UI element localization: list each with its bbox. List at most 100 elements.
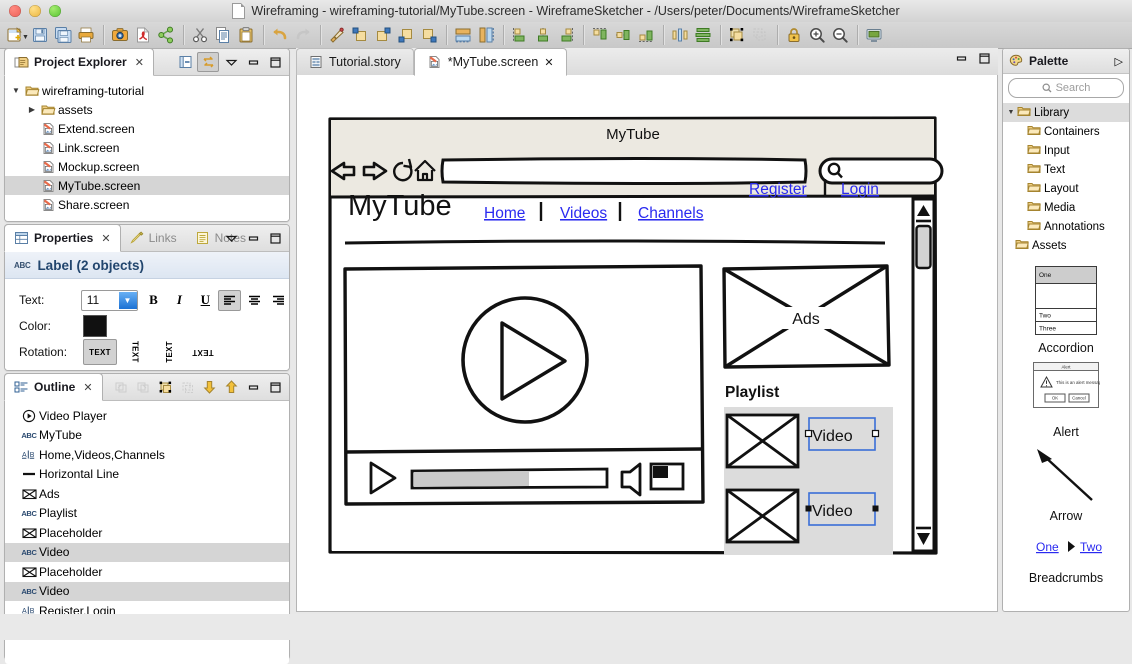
bring-forward-icon[interactable] [372,24,395,46]
collapse-all-icon[interactable] [175,53,195,71]
distribute-horizontal-icon[interactable] [669,24,692,46]
site-nav-links[interactable]: Home Videos Channels [484,202,704,222]
exit-group-icon[interactable] [133,378,153,396]
rotation-180-button[interactable]: TEXT [187,340,219,364]
group-icon[interactable] [155,378,175,396]
palette-node-annotations[interactable]: Annotations [1003,217,1129,236]
view-menu-icon[interactable] [221,229,241,247]
match-height-icon[interactable] [475,24,498,46]
group-icon[interactable] [726,24,749,46]
progress-bar[interactable] [410,467,609,490]
export-pdf-icon[interactable] [132,24,155,46]
wireframe-drawing[interactable]: MyTube MyTube Home Videos Channels Regis… [297,75,997,610]
cut-icon[interactable] [189,24,212,46]
align-middle-icon[interactable] [612,24,635,46]
paste-icon[interactable] [235,24,258,46]
redo-icon[interactable] [292,24,315,46]
editor-tab-tutorial-story[interactable]: Tutorial.story [296,48,414,75]
tree-row-assets[interactable]: ▶ assets [5,100,289,119]
maximize-icon[interactable] [265,229,285,247]
minimize-icon[interactable] [243,229,263,247]
rotation-270-button[interactable]: TEXT [153,340,185,364]
palette-node-layout[interactable]: Layout [1003,179,1129,198]
copy-icon[interactable] [212,24,235,46]
align-bottom-icon[interactable] [635,24,658,46]
outline-item-video-1[interactable]: ABC Video [5,542,289,562]
enter-group-icon[interactable] [111,378,131,396]
palette-node-media[interactable]: Media [1003,198,1129,217]
lock-icon[interactable] [783,24,806,46]
tree-row-mytube[interactable]: MyTube.screen [5,176,289,195]
save-icon[interactable] [29,24,52,46]
tree-row-link[interactable]: Link.screen [5,138,289,157]
twisty-right-icon[interactable]: ▶ [25,105,39,114]
page-scrollbar[interactable] [911,197,936,553]
link-with-editor-icon[interactable] [197,52,219,72]
share-icon[interactable] [155,24,178,46]
maximize-icon[interactable] [265,53,285,71]
close-icon[interactable]: ✕ [135,56,144,69]
outline-item-nav-links[interactable]: AB Home,Videos,Channels [5,445,289,465]
outline-item-video-player[interactable]: Video Player [5,406,289,426]
ungroup-icon[interactable] [177,378,197,396]
new-file-icon[interactable] [3,24,26,46]
minimize-icon[interactable] [954,52,969,68]
move-up-icon[interactable] [221,378,241,396]
maximize-icon[interactable] [977,52,992,68]
palette-item-alert[interactable]: Alert This is an alert message OK Cancel… [1003,361,1129,439]
palette-node-containers[interactable]: Containers [1003,122,1129,141]
outline-item-placeholder-2[interactable]: Placeholder [5,562,289,582]
twisty-down-icon[interactable]: ▼ [9,86,23,95]
send-backward-icon[interactable] [395,24,418,46]
send-to-back-icon[interactable] [418,24,441,46]
view-menu-icon[interactable] [221,53,241,71]
zoom-out-icon[interactable] [829,24,852,46]
zoom-in-icon[interactable] [806,24,829,46]
bring-to-front-icon[interactable] [349,24,372,46]
close-icon[interactable]: ✕ [83,381,92,394]
minimize-icon[interactable] [243,53,263,71]
video-player-widget[interactable] [343,264,705,506]
outline-item-mytube[interactable]: ABC MyTube [5,426,289,446]
tree-row-mockup[interactable]: Mockup.screen [5,157,289,176]
minimize-icon[interactable] [243,378,263,396]
tree-row-extend[interactable]: Extend.screen [5,119,289,138]
outline-item-placeholder-1[interactable]: Placeholder [5,523,289,543]
align-top-icon[interactable] [589,24,612,46]
match-width-icon[interactable] [452,24,475,46]
twisty-down-icon[interactable]: ▼ [1005,109,1017,116]
export-image-icon[interactable] [109,24,132,46]
distribute-vertical-icon[interactable] [692,24,715,46]
align-right-icon[interactable] [555,24,578,46]
align-center-button[interactable] [244,291,265,310]
rotation-0-button[interactable]: TEXT [83,339,117,365]
tab-project-explorer[interactable]: Project Explorer ✕ [4,48,154,76]
palette-item-breadcrumbs[interactable]: One Two Breadcrumbs [1003,537,1129,585]
outline-item-horizontal-line[interactable]: Horizontal Line [5,465,289,485]
print-icon[interactable] [75,24,98,46]
tree-row-share[interactable]: Share.screen [5,195,289,214]
palette-node-assets[interactable]: Assets [1003,236,1129,255]
bold-button[interactable]: B [144,290,164,310]
ungroup-icon[interactable] [749,24,772,46]
address-bar-input[interactable] [440,157,808,185]
font-size-combo[interactable]: 11 ▼ [80,289,138,311]
palette-item-arrow[interactable]: Arrow [1003,445,1129,523]
align-left-icon[interactable] [509,24,532,46]
close-icon[interactable]: ✕ [544,56,553,69]
outline-item-playlist[interactable]: ABC Playlist [5,504,289,524]
save-all-icon[interactable] [52,24,75,46]
outline-item-ads[interactable]: Ads [5,484,289,504]
chevron-down-icon[interactable]: ▼ [118,291,137,309]
editor-tab-mytube-screen[interactable]: *MyTube.screen ✕ [413,48,567,76]
align-left-button[interactable] [218,289,242,311]
rotation-90-button[interactable]: TEXT [119,340,151,364]
outline-item-video-2[interactable]: ABC Video [5,581,289,601]
align-center-icon[interactable] [532,24,555,46]
palette-search-input[interactable]: Search [1008,78,1124,98]
maximize-icon[interactable] [265,378,285,396]
palette-node-input[interactable]: Input [1003,141,1129,160]
ads-placeholder[interactable]: Ads [722,264,891,369]
close-icon[interactable]: ✕ [101,232,110,245]
tab-outline[interactable]: Outline ✕ [4,373,103,401]
